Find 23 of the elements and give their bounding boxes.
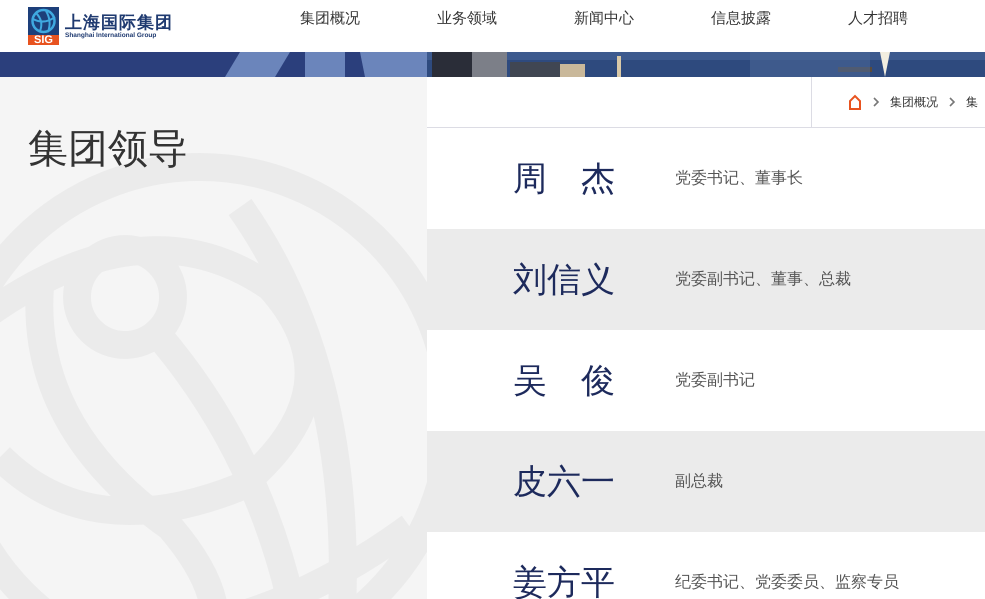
nav-link[interactable]: 信息披露 [711,8,848,44]
logo-mark: SIG [28,35,59,45]
leader-title: 副总裁 [675,471,723,492]
breadcrumb-link[interactable]: 集 [966,94,978,110]
chevron-icon [948,97,956,107]
leader-name: 皮六一 [513,460,616,504]
home-icon[interactable] [848,94,862,110]
nav-link[interactable]: 集团概况 [300,8,437,44]
leader-name: 刘信义 [513,258,616,302]
page-title: 集团领导 [28,125,189,174]
nav-link[interactable]: 业务领域 [437,8,574,44]
logo-name: 上海国际集团 [65,14,173,32]
nav-link[interactable]: 人才招聘 [848,8,985,44]
leader-name: 吴 俊 [513,360,616,402]
leader-title: 党委副书记 [675,370,755,391]
nav-link[interactable]: 新闻中心 [574,8,711,44]
leader-title: 党委书记、董事长 [675,168,803,189]
breadcrumb-link[interactable]: 集团概况 [890,94,938,110]
chevron-icon [872,97,880,107]
leader-name: 周 杰 [513,158,616,200]
leader-title: 党委副书记、董事、总裁 [675,269,851,290]
leader-name: 姜方平 [513,562,616,599]
leader-title: 纪委书记、党委委员、监察专员 [675,572,899,593]
